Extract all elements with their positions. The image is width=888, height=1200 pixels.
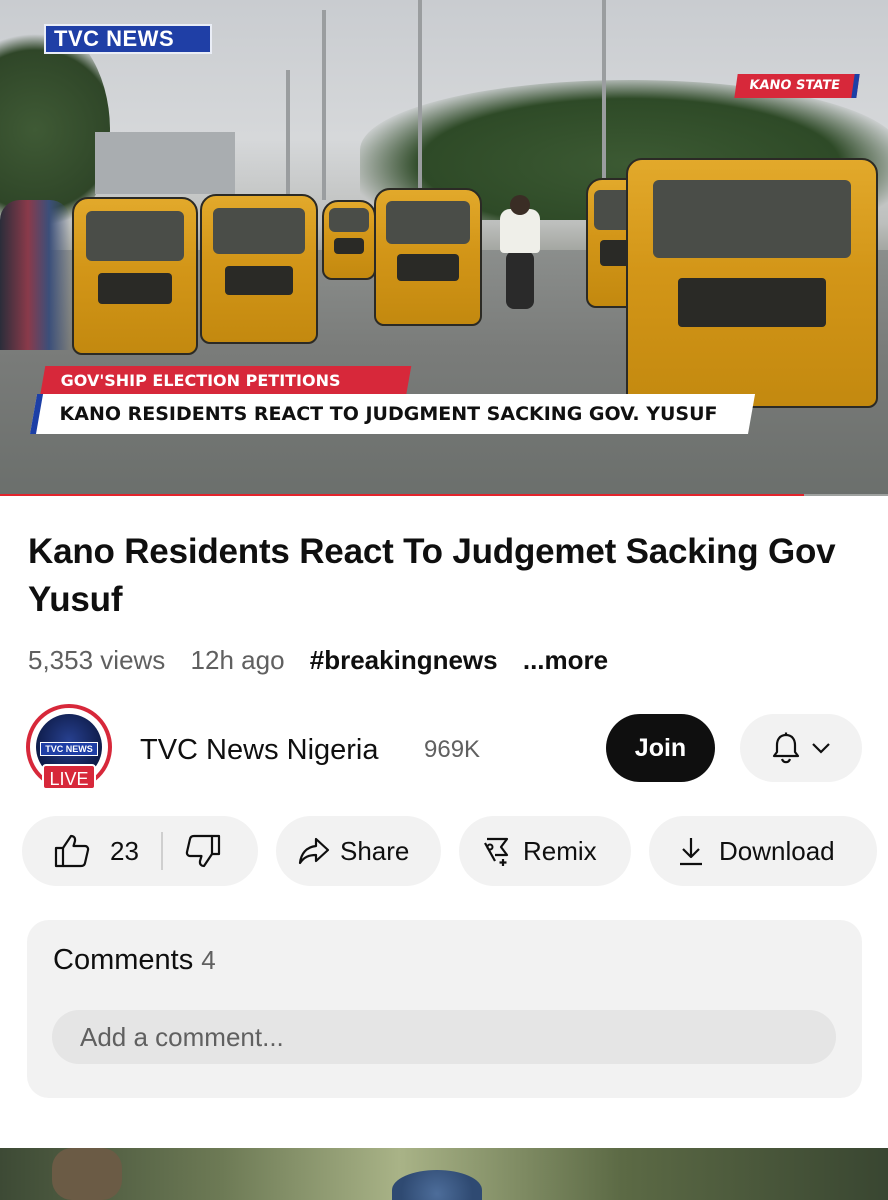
download-label: Download bbox=[719, 836, 835, 866]
lower-third-kicker: GOV'SHIP ELECTION PETITIONS bbox=[40, 366, 412, 396]
tricycle bbox=[322, 200, 376, 280]
channel-name[interactable]: TVC News Nigeria bbox=[140, 732, 379, 768]
remix-label: Remix bbox=[523, 836, 597, 866]
download-button[interactable]: Download bbox=[649, 816, 877, 886]
tricycle bbox=[72, 197, 198, 355]
comment-input[interactable] bbox=[52, 1010, 836, 1064]
download-icon bbox=[677, 836, 705, 866]
next-video-thumbnail[interactable] bbox=[0, 1148, 888, 1200]
video-title[interactable]: Kano Residents React To Judgemet Sacking… bbox=[28, 528, 848, 624]
bell-icon bbox=[771, 732, 801, 764]
thumbs-down-icon[interactable] bbox=[185, 834, 221, 868]
like-dislike-pill: 23 bbox=[22, 816, 258, 886]
subscriber-count: 969K bbox=[424, 736, 481, 763]
share-arrow-icon bbox=[298, 837, 330, 865]
hashtag-link[interactable]: #breakingnews bbox=[310, 645, 498, 675]
join-button[interactable]: Join bbox=[606, 714, 715, 782]
lower-third-headline-text: KANO RESIDENTS REACT TO JUDGMENT SACKING… bbox=[59, 403, 718, 425]
location-tag-text: KANO STATE bbox=[748, 78, 841, 93]
notification-bell-button[interactable] bbox=[740, 714, 862, 782]
progress-bar-fill bbox=[0, 494, 804, 496]
comments-section[interactable]: Comments 4 bbox=[27, 920, 862, 1098]
thumbnail-figure bbox=[392, 1170, 482, 1200]
video-meta[interactable]: 5,353 views 12h ago #breakingnews ...mor… bbox=[28, 644, 608, 676]
street-light bbox=[418, 0, 422, 190]
video-player[interactable]: TVC NEWS KANO STATE GOV'SHIP ELECTION PE… bbox=[0, 0, 888, 496]
comments-count: 4 bbox=[201, 945, 216, 975]
flag-pole bbox=[602, 0, 606, 180]
remix-button[interactable]: Remix bbox=[459, 816, 631, 886]
tricycle bbox=[626, 158, 878, 408]
thumbs-up-icon[interactable] bbox=[54, 834, 90, 868]
scene-building bbox=[95, 132, 235, 194]
scene-crowd bbox=[0, 200, 70, 350]
live-badge[interactable]: LIVE bbox=[42, 764, 96, 790]
street-light bbox=[322, 10, 326, 200]
like-divider bbox=[160, 832, 163, 870]
tricycle bbox=[200, 194, 318, 344]
comments-label: Comments bbox=[53, 944, 194, 976]
progress-bar[interactable] bbox=[0, 494, 888, 496]
like-count: 23 bbox=[110, 836, 139, 866]
avatar-logo: TVC NEWS bbox=[40, 742, 98, 756]
remix-icon bbox=[481, 835, 513, 867]
thumbnail-tree bbox=[52, 1148, 122, 1200]
tricycle bbox=[374, 188, 482, 326]
tvc-news-logo: TVC NEWS bbox=[44, 24, 212, 54]
street-light bbox=[286, 70, 290, 195]
lower-third-kicker-text: GOV'SHIP ELECTION PETITIONS bbox=[60, 371, 341, 390]
more-link[interactable]: ...more bbox=[523, 645, 608, 675]
share-button[interactable]: Share bbox=[276, 816, 441, 886]
share-label: Share bbox=[340, 836, 410, 866]
comments-header: Comments 4 bbox=[53, 942, 216, 978]
view-count: 5,353 views bbox=[28, 645, 166, 675]
upload-age: 12h ago bbox=[190, 645, 285, 675]
lower-third-headline: KANO RESIDENTS REACT TO JUDGMENT SACKING… bbox=[30, 394, 756, 434]
motorcycle-rider bbox=[494, 195, 546, 310]
chevron-down-icon bbox=[811, 742, 831, 754]
location-tag: KANO STATE bbox=[734, 74, 860, 98]
